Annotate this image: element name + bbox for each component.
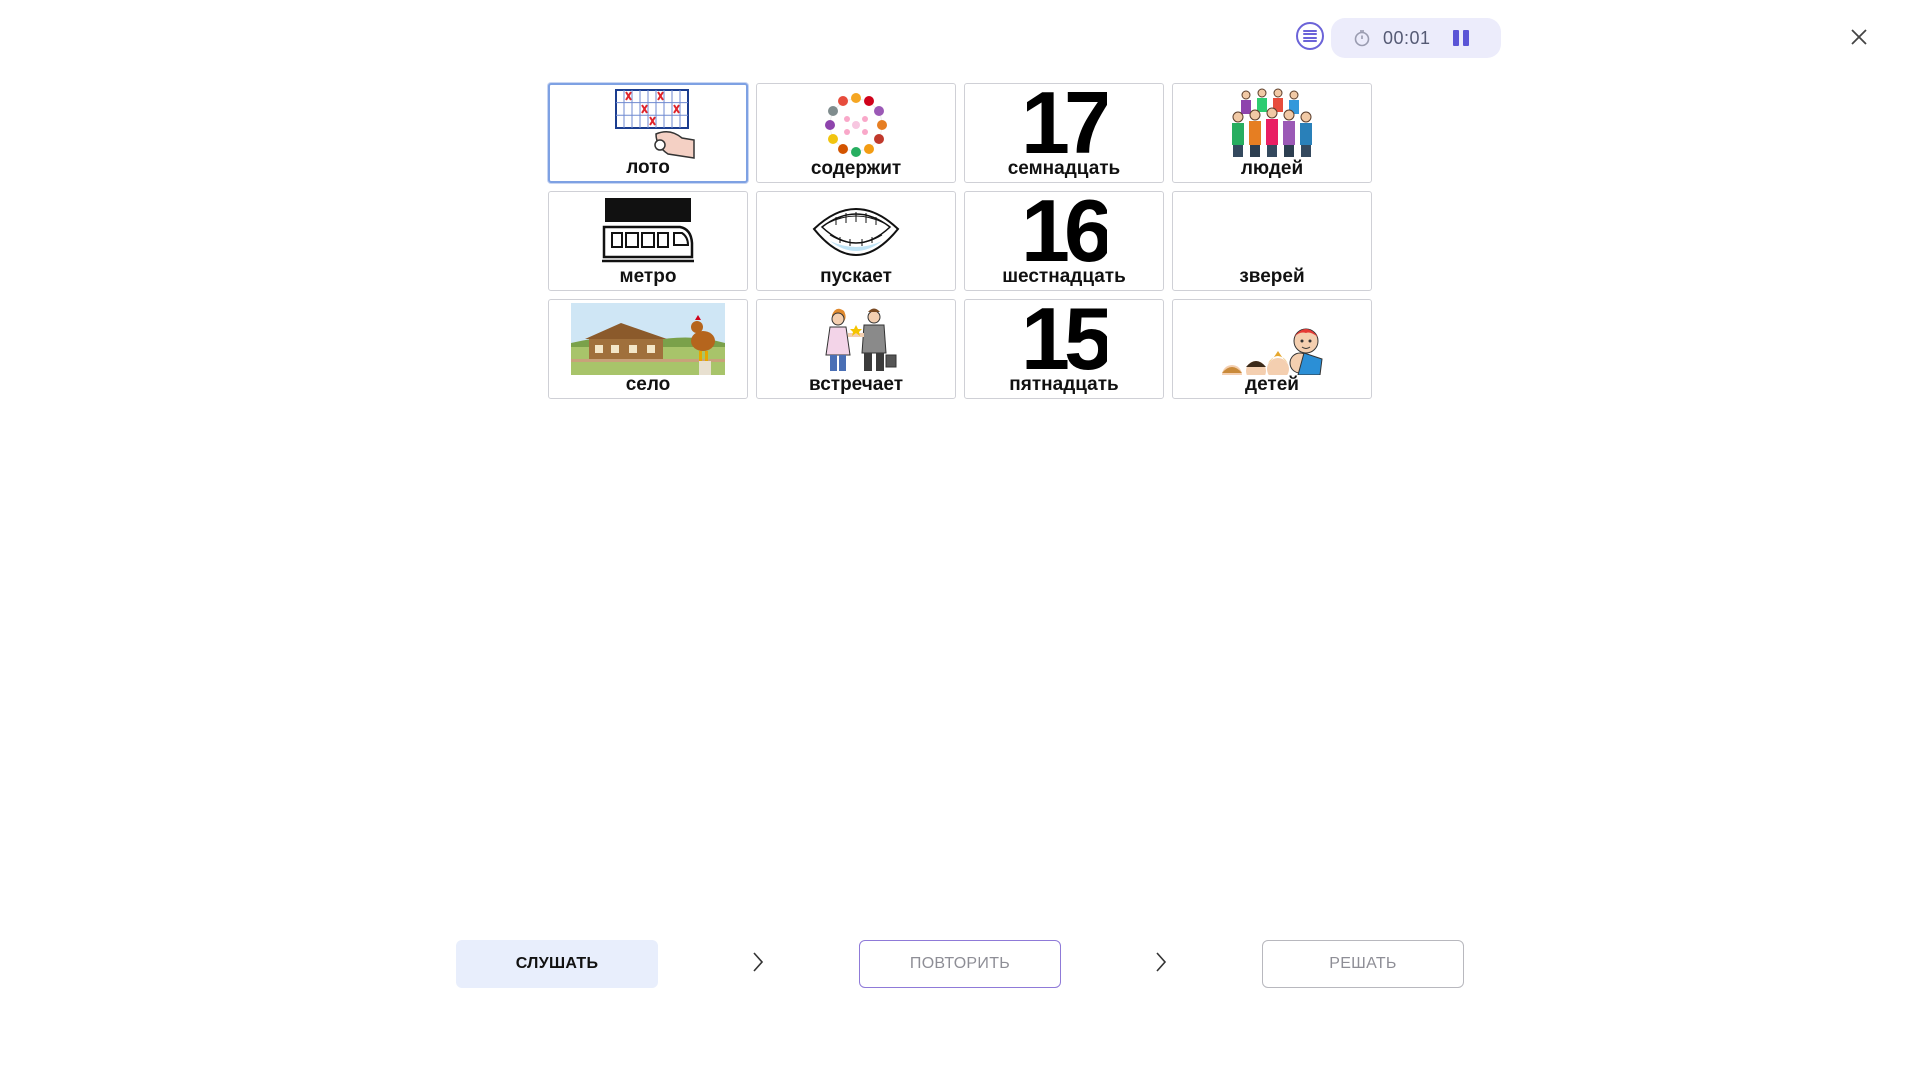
timer-panel: 00:01 [1331,18,1501,58]
village-image [549,303,747,375]
word-card[interactable]: село [548,299,748,399]
blank-image [1173,195,1371,267]
close-icon[interactable] [1846,24,1872,50]
word-card[interactable]: 15 пятнадцать [964,299,1164,399]
people-group-image [1173,87,1371,159]
card-label: село [625,374,671,395]
number-image: 17 [965,87,1163,159]
timer-time: 00:01 [1383,27,1431,48]
list-icon [1303,30,1317,42]
card-label: семнадцать [1007,158,1121,179]
chevron-right-icon [753,952,764,972]
card-label: пускает [820,266,892,287]
number-text: 16 [1021,195,1107,267]
word-card[interactable]: лото [548,83,748,183]
card-label: лото [626,157,670,178]
word-card[interactable]: зверей [1172,191,1372,291]
open-mouth-image [757,195,955,267]
stopwatch-icon [1354,30,1370,47]
word-card[interactable]: 17 семнадцать [964,83,1164,183]
metro-train-image [549,195,747,267]
card-label: встречает [809,374,903,395]
word-card[interactable]: детей [1172,299,1372,399]
card-label: шестнадцать [1002,266,1126,287]
number-text: 17 [1021,87,1107,159]
number-image: 15 [965,303,1163,375]
word-card[interactable]: 16 шестнадцать [964,191,1164,291]
card-label: зверей [1239,266,1305,287]
word-card[interactable]: содержит [756,83,956,183]
fruit-circle-image [757,87,955,159]
number-image: 16 [965,195,1163,267]
number-text: 15 [1021,303,1107,375]
card-label: пятнадцать [1009,374,1119,395]
children-image [1173,303,1371,375]
word-card[interactable]: пускает [756,191,956,291]
word-card[interactable]: встречает [756,299,956,399]
list-menu-button[interactable] [1296,22,1324,50]
word-card-grid: лото содержит 17 семнадцать людей метро … [548,83,1372,399]
card-label: людей [1240,158,1304,179]
lotto-card-image [550,88,746,160]
card-label: метро [619,266,677,287]
card-label: детей [1245,374,1299,395]
listen-button[interactable]: СЛУШАТЬ [456,940,658,988]
pause-icon[interactable] [1452,30,1469,46]
solve-button[interactable]: РЕШАТЬ [1262,940,1464,988]
meeting-people-image [757,303,955,375]
word-card[interactable]: людей [1172,83,1372,183]
word-card[interactable]: метро [548,191,748,291]
card-label: содержит [810,158,902,179]
repeat-button[interactable]: ПОВТОРИТЬ [859,940,1061,988]
chevron-right-icon [1156,952,1167,972]
